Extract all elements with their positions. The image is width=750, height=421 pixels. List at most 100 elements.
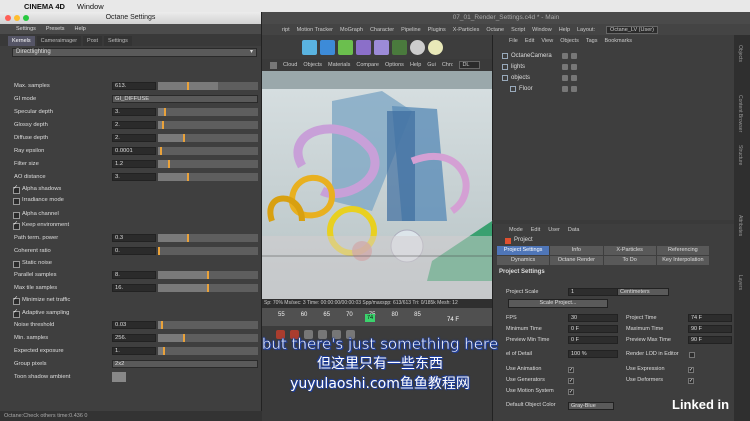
checkbox[interactable]: Static noise [12, 259, 212, 268]
octane-menu-item[interactable]: Settings [16, 24, 36, 34]
param-value[interactable]: 256. [112, 334, 156, 342]
param-value[interactable]: 1.2 [112, 160, 156, 168]
side-tab[interactable]: Structure [737, 145, 743, 165]
side-tab[interactable]: Content Browser [737, 95, 743, 132]
am-tab[interactable]: Octane Render [550, 256, 603, 265]
zoom-icon[interactable] [23, 15, 29, 21]
c4d-menu-item[interactable]: Plugins [428, 27, 446, 33]
checkbox[interactable]: Keep environment [12, 220, 212, 230]
om-menu-item[interactable]: View [541, 38, 553, 44]
visibility-icon[interactable] [562, 64, 568, 70]
color-select[interactable]: Gray-Blue [568, 402, 614, 410]
param-value[interactable]: 2. [112, 134, 156, 142]
side-tab[interactable]: Attributes [737, 215, 743, 236]
timeline[interactable]: 55606570758085 74 74 F [262, 308, 492, 326]
param-slider[interactable] [158, 160, 258, 168]
octane-tab[interactable]: Settings [104, 36, 132, 46]
am-tab[interactable]: To Do [603, 256, 656, 265]
c4d-menu-item[interactable]: Character [370, 27, 394, 33]
param-value[interactable]: 3. [112, 173, 156, 181]
c4d-menu-item[interactable]: X-Particles [453, 27, 480, 33]
attr-value[interactable]: 90 F [688, 325, 732, 333]
check-box[interactable]: ✓ [688, 367, 694, 373]
attr-value[interactable]: 0 F [568, 325, 618, 333]
check-box[interactable]: ✓ [568, 389, 574, 395]
c4d-menu-item[interactable]: MoGraph [340, 27, 363, 33]
param-value[interactable]: 0.03 [112, 321, 156, 329]
subdivision-icon[interactable] [320, 39, 335, 55]
param-value[interactable]: 16. [112, 284, 156, 292]
om-menu-item[interactable]: Tags [586, 38, 598, 44]
om-menu-item[interactable]: Edit [525, 38, 534, 44]
spline-icon[interactable] [338, 39, 353, 55]
om-menu-item[interactable]: Objects [560, 38, 579, 44]
viewer-menu-item[interactable]: Objects [303, 62, 322, 68]
cube-icon[interactable] [302, 39, 317, 55]
object-item[interactable]: lights [502, 62, 525, 72]
color-swatch[interactable] [112, 372, 126, 382]
param-value[interactable]: 0.0001 [112, 147, 156, 155]
param-slider[interactable] [158, 173, 258, 181]
object-item[interactable]: objects [502, 73, 530, 83]
c4d-menu-item[interactable]: Window [532, 27, 552, 33]
octane-tab[interactable]: Cameraimager [36, 36, 82, 46]
kernel-select[interactable]: Directlighting [12, 48, 257, 57]
check-box[interactable]: ✓ [568, 378, 574, 384]
param-slider[interactable] [158, 147, 258, 155]
attr-value[interactable]: 74 F [688, 314, 732, 322]
minimize-icon[interactable] [14, 15, 20, 21]
c4d-menu-item[interactable]: Motion Tracker [297, 27, 333, 33]
am-tab[interactable]: Key Interpolation [656, 256, 709, 265]
am-menu-item[interactable]: Data [568, 227, 580, 233]
viewer-menu-item[interactable]: Help [410, 62, 421, 68]
viewer-menu-item[interactable]: Gui [427, 62, 436, 68]
attr-value[interactable]: 30 [568, 314, 618, 322]
window-menu[interactable]: Window [77, 2, 104, 11]
am-tab[interactable]: Referencing [656, 246, 709, 255]
viewer-menu-item[interactable]: Options [385, 62, 404, 68]
om-menu-item[interactable]: Bookmarks [604, 38, 632, 44]
octane-tab[interactable]: Kernels [8, 36, 35, 46]
render-viewport[interactable] [262, 71, 492, 299]
octane-tab[interactable]: Post [83, 36, 103, 46]
am-menu-item[interactable]: User [548, 227, 560, 233]
octane-menu-item[interactable]: Presets [46, 24, 65, 34]
camera-icon[interactable] [410, 39, 425, 55]
viewer-menu-item[interactable]: Compare [356, 62, 379, 68]
floor-icon[interactable] [392, 39, 407, 55]
param-slider[interactable] [158, 271, 258, 279]
viewer-menu-item[interactable]: Materials [328, 62, 350, 68]
visibility-icon[interactable] [562, 53, 568, 59]
render-icon[interactable] [571, 53, 577, 59]
checkbox[interactable]: Alpha channel [12, 210, 212, 219]
check-box[interactable]: ✓ [568, 367, 574, 373]
am-tab[interactable]: Dynamics [497, 256, 550, 265]
generator-icon[interactable] [356, 39, 371, 55]
checkbox[interactable]: Adaptive sampling [12, 308, 212, 318]
param-slider[interactable] [158, 321, 258, 329]
attr-value[interactable]: 100 % [568, 350, 618, 358]
c4d-menu-item[interactable]: Octane [486, 27, 504, 33]
visibility-icon[interactable] [562, 86, 568, 92]
check-box[interactable]: ✓ [688, 378, 694, 384]
am-menu-item[interactable]: Edit [531, 227, 540, 233]
visibility-icon[interactable] [562, 75, 568, 81]
c4d-menu-item[interactable]: Script [511, 27, 525, 33]
param-slider[interactable] [158, 108, 258, 116]
deformer-icon[interactable] [374, 39, 389, 55]
param-slider[interactable] [158, 134, 258, 142]
side-tab[interactable]: Layers [737, 275, 743, 290]
param-select[interactable]: GI_DIFFUSE [112, 95, 258, 103]
app-menu[interactable]: CINEMA 4D [24, 2, 65, 11]
param-value[interactable]: 0.3 [112, 234, 156, 242]
checkbox[interactable]: Irradiance mode [12, 196, 212, 205]
param-slider[interactable] [158, 234, 258, 242]
object-item[interactable]: Floor [510, 84, 533, 94]
param-value[interactable]: 1. [112, 347, 156, 355]
render-icon[interactable] [571, 64, 577, 70]
param-value[interactable]: 2. [112, 121, 156, 129]
chn-select[interactable]: DL [459, 61, 481, 69]
c4d-menu-item[interactable]: Help [559, 27, 570, 33]
param-value[interactable]: 0. [112, 247, 156, 255]
am-menu-item[interactable]: Mode [509, 227, 523, 233]
